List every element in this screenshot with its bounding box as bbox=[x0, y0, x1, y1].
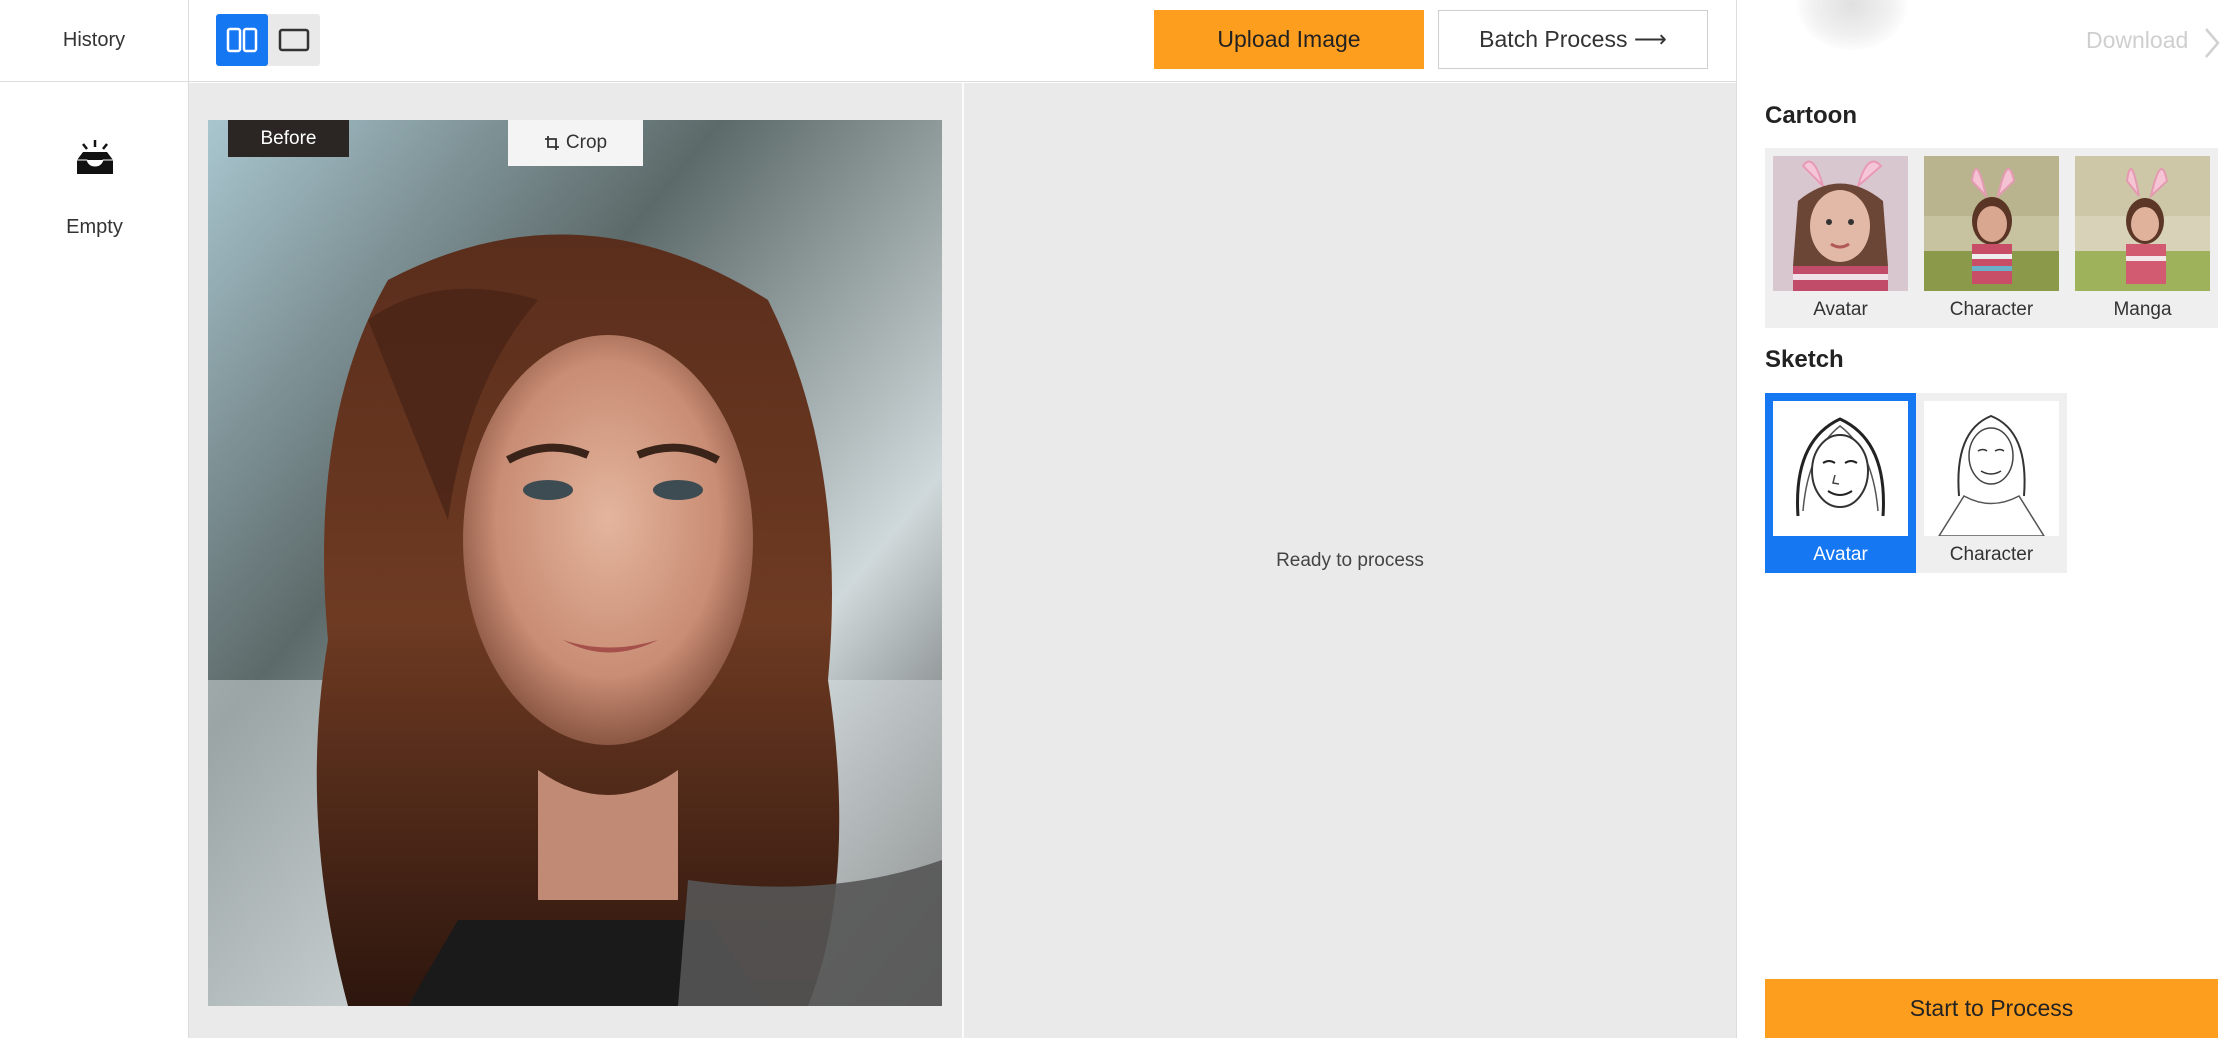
empty-label: Empty bbox=[66, 216, 123, 238]
sketch-style-list: Avatar Character bbox=[1765, 393, 2067, 573]
batch-process-button[interactable]: Batch Process ⟶ bbox=[1438, 10, 1708, 69]
cartoon-style-character[interactable]: Character bbox=[1916, 148, 2067, 328]
blurred-avatar bbox=[1797, 0, 1907, 50]
start-process-button[interactable]: Start to Process bbox=[1765, 979, 2218, 1038]
before-badge: Before bbox=[228, 120, 349, 157]
result-status: Ready to process bbox=[1276, 549, 1424, 571]
workspace: Before Crop Ready to process bbox=[189, 83, 1736, 1038]
sketch-character-label: Character bbox=[1949, 544, 2034, 565]
crop-label: Crop bbox=[565, 132, 608, 153]
cartoon-manga-thumbnail bbox=[2075, 156, 2210, 291]
cartoon-avatar-thumbnail bbox=[1773, 156, 1908, 291]
single-view-icon bbox=[278, 28, 310, 52]
sketch-style-avatar[interactable]: Avatar bbox=[1765, 393, 1916, 573]
upload-image-button[interactable]: Upload Image bbox=[1154, 10, 1424, 69]
sketch-style-character[interactable]: Character bbox=[1916, 393, 2067, 573]
split-view-icon bbox=[226, 27, 258, 53]
sketch-avatar-label: Avatar bbox=[1813, 544, 1868, 565]
cartoon-character-thumbnail bbox=[1924, 156, 2059, 291]
crop-icon bbox=[544, 136, 559, 150]
sketch-section-title: Sketch bbox=[1765, 346, 1844, 373]
cartoon-style-list: Avatar Character Manga bbox=[1765, 148, 2218, 328]
cartoon-character-label: Character bbox=[1949, 299, 2034, 320]
source-photo bbox=[208, 120, 942, 1006]
before-pane: Before Crop bbox=[189, 83, 962, 1038]
split-view-button[interactable] bbox=[216, 14, 268, 66]
top-toolbar: Upload Image Batch Process ⟶ bbox=[189, 0, 1736, 82]
chevron-right-icon[interactable] bbox=[2202, 26, 2222, 60]
download-link[interactable]: Download bbox=[2086, 27, 2188, 54]
cartoon-style-manga[interactable]: Manga bbox=[2067, 148, 2218, 328]
cartoon-section-title: Cartoon bbox=[1765, 102, 1857, 129]
crop-button[interactable]: Crop bbox=[508, 120, 643, 166]
view-mode-toggle bbox=[216, 14, 320, 66]
history-empty-state: Empty bbox=[0, 138, 189, 239]
app-root: History Empty Upload Image Batch Process… bbox=[0, 0, 2238, 1038]
sketch-character-thumbnail bbox=[1924, 401, 2059, 536]
empty-tray-icon bbox=[76, 140, 113, 174]
style-panel: Download Cartoon Avatar Character Manga … bbox=[1736, 0, 2238, 1038]
history-title: History bbox=[0, 0, 188, 82]
single-view-button[interactable] bbox=[268, 14, 320, 66]
sketch-avatar-thumbnail bbox=[1773, 401, 1908, 536]
result-pane: Ready to process bbox=[964, 83, 1736, 1038]
cartoon-avatar-label: Avatar bbox=[1813, 299, 1868, 320]
cartoon-manga-label: Manga bbox=[2113, 299, 2172, 320]
cartoon-style-avatar[interactable]: Avatar bbox=[1765, 148, 1916, 328]
history-sidebar: History Empty bbox=[0, 0, 189, 1038]
